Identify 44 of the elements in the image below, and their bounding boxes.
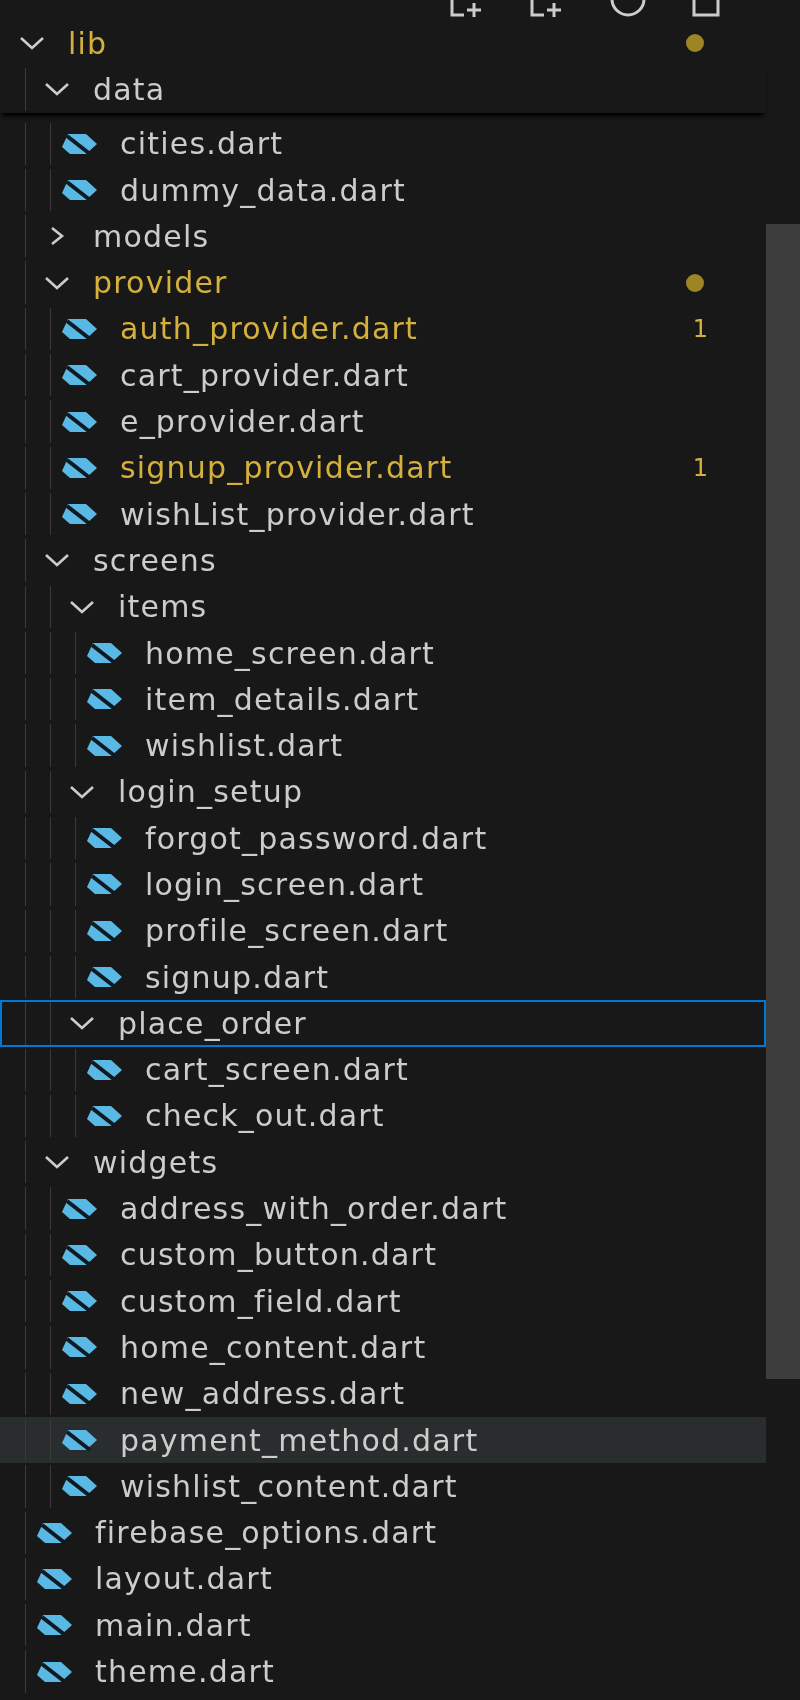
folder-row[interactable]: place_order [0,1000,766,1047]
folder-row[interactable]: data [0,66,766,113]
file-name: address_with_order.dart [120,1191,508,1227]
file-name: payment_method.dart [120,1422,479,1458]
modified-dot [686,273,704,292]
file-row[interactable]: payment_method.dart [0,1416,766,1464]
folder-name: lib [68,25,108,61]
file-name: wishList_provider.dart [120,496,475,532]
problem-count: 1 [692,453,708,482]
problem-count: 1 [692,314,708,343]
file-name: profile_screen.dart [145,913,449,949]
modified-dot [686,34,704,53]
file-name: home_screen.dart [145,635,436,671]
file-name: login_screen.dart [145,867,425,902]
folder-name: login_setup [118,774,304,810]
file-name: auth_provider.dart [120,311,419,347]
file-name: forgot_password.dart [145,820,488,856]
folder-name: items [118,589,208,625]
file-name: e_provider.dart [120,404,365,439]
file-name: home_content.dart [120,1329,427,1365]
file-name: check_out.dart [145,1098,385,1134]
file-name: custom_button.dart [120,1237,438,1273]
file-name: new_address.dart [120,1376,406,1412]
file-name: signup.dart [145,959,330,995]
file-name: layout.dart [95,1561,273,1597]
file-name: custom_field.dart [120,1283,402,1319]
file-name: dummy_data.dart [120,172,406,208]
folder-name: data [93,71,166,107]
file-name: cart_screen.dart [145,1052,409,1088]
file-name: cart_provider.dart [120,357,409,393]
folder-name: screens [93,542,217,578]
file-name: wishlist.dart [145,728,344,764]
file-name: firebase_options.dart [95,1515,438,1551]
file-name: main.dart [95,1607,252,1643]
file-name: theme.dart [95,1654,275,1690]
folder-name: place_order [118,1005,307,1041]
folder-name: widgets [93,1144,219,1180]
file-name: cities.dart [120,126,284,162]
file-name: item_details.dart [145,681,420,717]
file-name: signup_provider.dart [120,450,453,486]
folder-name: models [93,218,210,254]
folder-name: provider [93,265,228,301]
file-name: wishlist_content.dart [120,1468,458,1504]
scrollbar[interactable] [766,224,800,1379]
